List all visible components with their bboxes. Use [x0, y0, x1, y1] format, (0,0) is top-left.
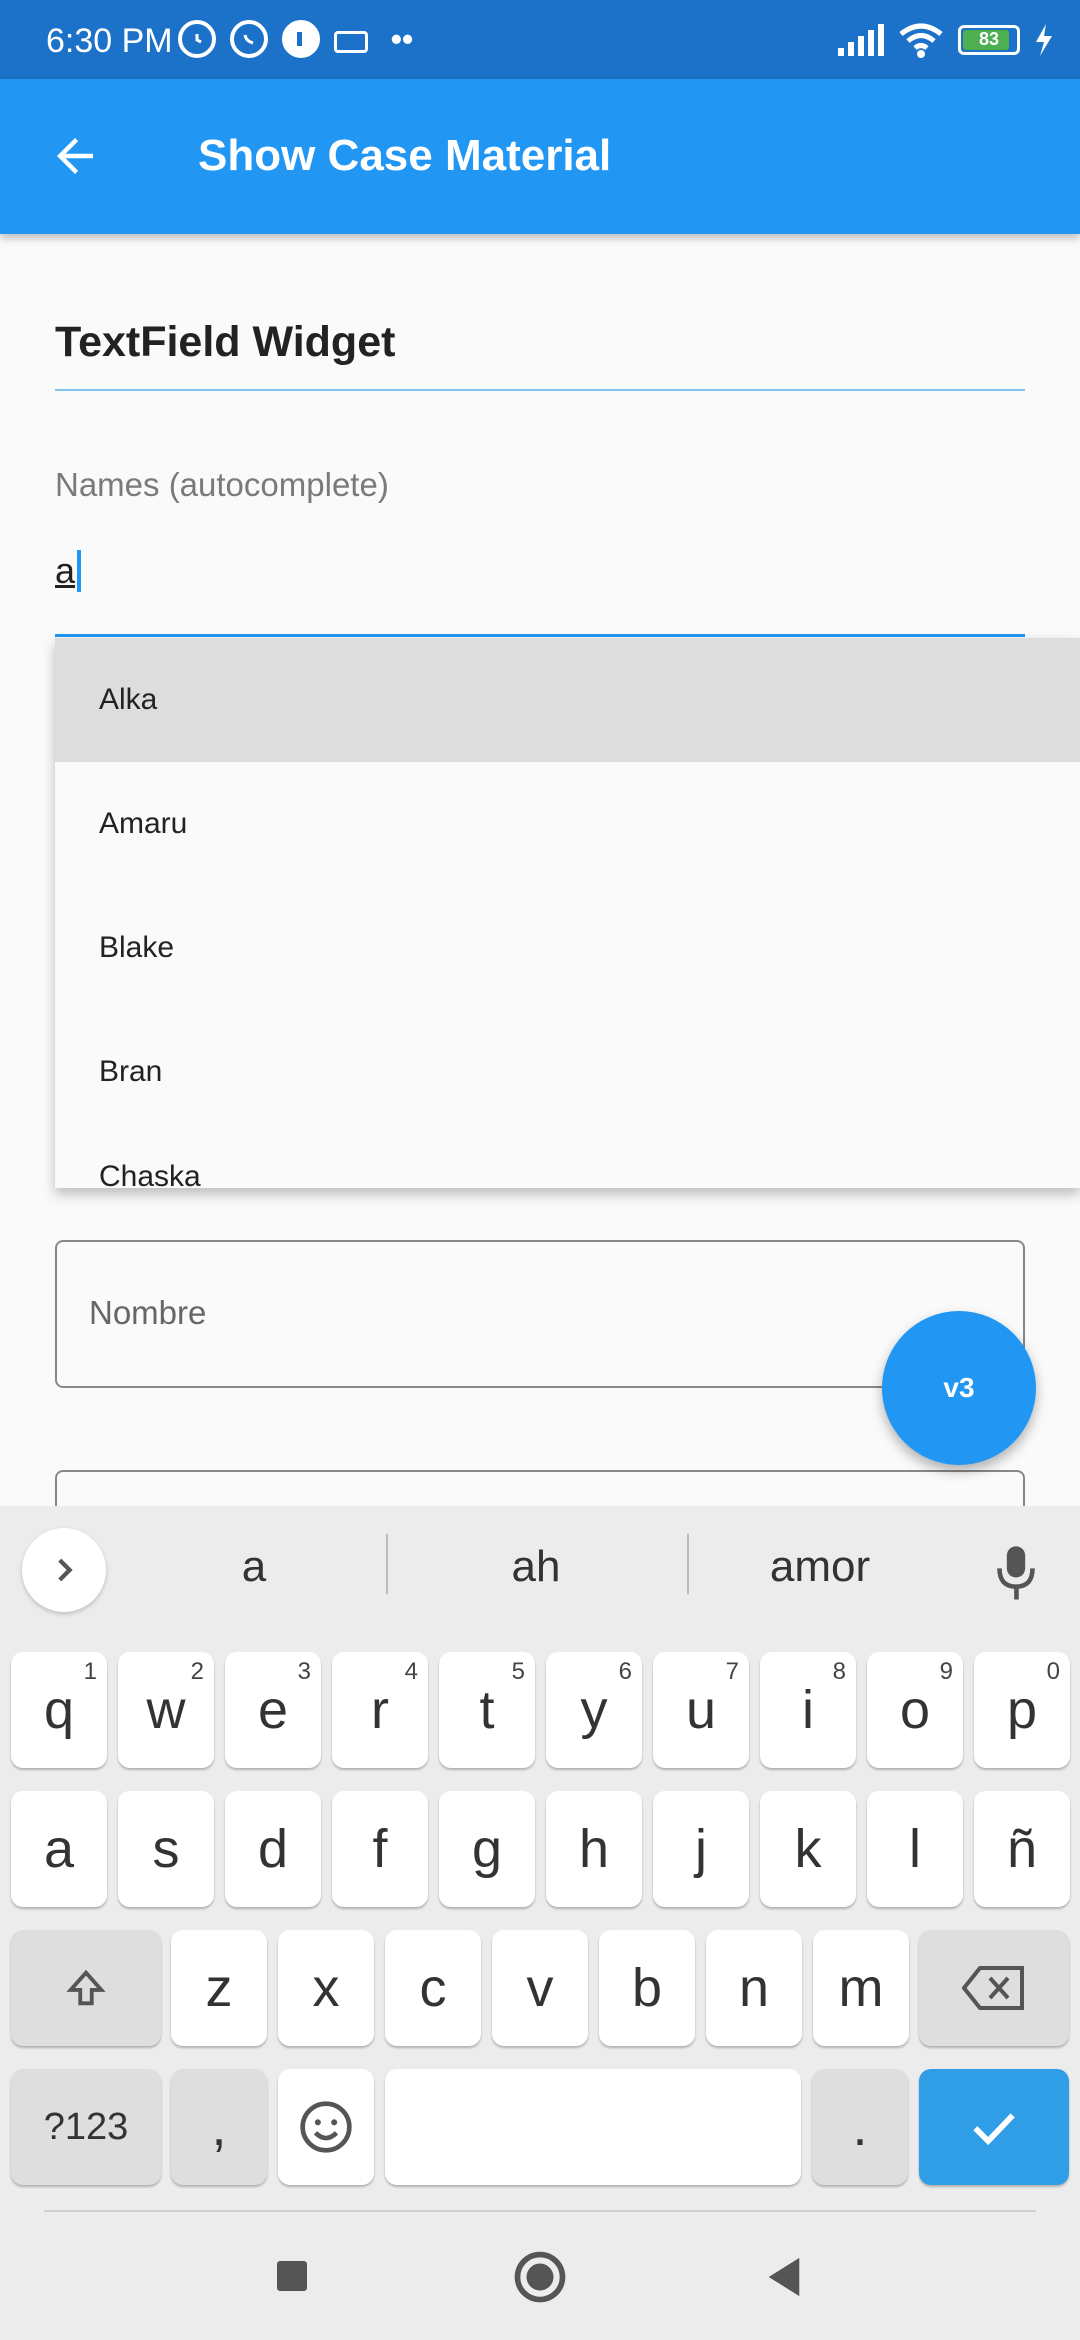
space-key[interactable]	[385, 2069, 801, 2185]
section-divider	[55, 389, 1025, 391]
key-d[interactable]: d	[225, 1791, 321, 1907]
key-w[interactable]: w2	[118, 1652, 214, 1768]
more-dots-icon: ••	[390, 20, 414, 57]
fab-button[interactable]: v3	[882, 1311, 1036, 1465]
key-t[interactable]: t5	[439, 1652, 535, 1768]
status-bar: 6:30 PM •• 83	[0, 0, 1080, 79]
backspace-icon	[962, 1966, 1024, 2010]
battery-icon: 83	[958, 25, 1020, 55]
name-field[interactable]: Nombre	[55, 1240, 1025, 1388]
arrow-back-icon[interactable]	[48, 129, 102, 183]
emoji-icon	[300, 2101, 352, 2153]
name-field-placeholder: Nombre	[89, 1294, 207, 1331]
key-c[interactable]: c	[385, 1930, 481, 2046]
keyboard-icon	[334, 31, 368, 53]
whatsapp-icon	[230, 20, 268, 58]
keyboard-suggestion[interactable]: ah	[396, 1542, 676, 1592]
key-enye[interactable]: ñ	[974, 1791, 1070, 1907]
notification-icons: ••	[178, 20, 422, 58]
microphone-icon[interactable]	[994, 1542, 1038, 1602]
alarm-icon	[178, 20, 216, 58]
check-icon	[973, 2113, 1015, 2146]
key-i[interactable]: i8	[760, 1652, 856, 1768]
key-s[interactable]: s	[118, 1791, 214, 1907]
text-caret	[77, 550, 82, 592]
shift-key[interactable]	[11, 1930, 161, 2046]
key-m[interactable]: m	[813, 1930, 909, 2046]
emoji-key[interactable]	[278, 2069, 374, 2185]
suggestion-divider	[386, 1534, 388, 1594]
key-u[interactable]: u7	[653, 1652, 749, 1768]
section-title: TextField Widget	[55, 318, 396, 366]
comma-key[interactable]: ,	[171, 2069, 267, 2185]
suggestion-item[interactable]: Bran	[55, 1010, 1080, 1134]
suggestion-strip: a ah amor	[0, 1506, 1080, 1636]
chevron-right-icon[interactable]	[22, 1528, 106, 1612]
key-l[interactable]: l	[867, 1791, 963, 1907]
autocomplete-input[interactable]: a	[55, 550, 82, 592]
app-icon	[282, 20, 320, 58]
signal-icon	[838, 24, 884, 56]
key-k[interactable]: k	[760, 1791, 856, 1907]
app-bar: Show Case Material	[0, 79, 1080, 234]
key-o[interactable]: o9	[867, 1652, 963, 1768]
key-r[interactable]: r4	[332, 1652, 428, 1768]
autocomplete-label: Names (autocomplete)	[55, 466, 389, 503]
key-e[interactable]: e3	[225, 1652, 321, 1768]
key-z[interactable]: z	[171, 1930, 267, 2046]
recents-square-icon[interactable]	[274, 2258, 310, 2294]
key-v[interactable]: v	[492, 1930, 588, 2046]
key-n[interactable]: n	[706, 1930, 802, 2046]
key-h[interactable]: h	[546, 1791, 642, 1907]
status-time: 6:30 PM	[46, 22, 173, 60]
key-j[interactable]: j	[653, 1791, 749, 1907]
key-a[interactable]: a	[11, 1791, 107, 1907]
wifi-icon	[899, 23, 943, 58]
shift-icon	[66, 1969, 106, 2006]
backspace-key[interactable]	[919, 1930, 1069, 2046]
system-nav-bar	[0, 2212, 1080, 2340]
suggestion-item[interactable]: Amaru	[55, 762, 1080, 886]
keyboard-suggestion[interactable]: a	[114, 1542, 394, 1592]
key-b[interactable]: b	[599, 1930, 695, 2046]
key-p[interactable]: p0	[974, 1652, 1070, 1768]
key-x[interactable]: x	[278, 1930, 374, 2046]
battery-level: 83	[978, 29, 1000, 49]
period-key[interactable]: .	[812, 2069, 908, 2185]
suggestion-item[interactable]: Chaska	[55, 1134, 1080, 1188]
autocomplete-underline	[55, 634, 1025, 637]
key-y[interactable]: y6	[546, 1652, 642, 1768]
page-title: Show Case Material	[198, 131, 612, 180]
key-q[interactable]: q1	[11, 1652, 107, 1768]
autocomplete-dropdown: Alka Amaru Blake Bran Chaska	[55, 638, 1080, 1188]
autocomplete-value: a	[55, 550, 76, 591]
symbols-key[interactable]: ?123	[11, 2069, 161, 2185]
suggestion-item[interactable]: Alka	[55, 638, 1080, 762]
back-triangle-icon[interactable]	[764, 2256, 804, 2298]
suggestion-item[interactable]: Blake	[55, 886, 1080, 1010]
home-circle-icon[interactable]	[513, 2250, 567, 2304]
charging-icon	[1036, 24, 1052, 56]
keyboard-suggestion[interactable]: amor	[680, 1542, 960, 1592]
key-g[interactable]: g	[439, 1791, 535, 1907]
done-key[interactable]	[919, 2069, 1069, 2185]
key-f[interactable]: f	[332, 1791, 428, 1907]
